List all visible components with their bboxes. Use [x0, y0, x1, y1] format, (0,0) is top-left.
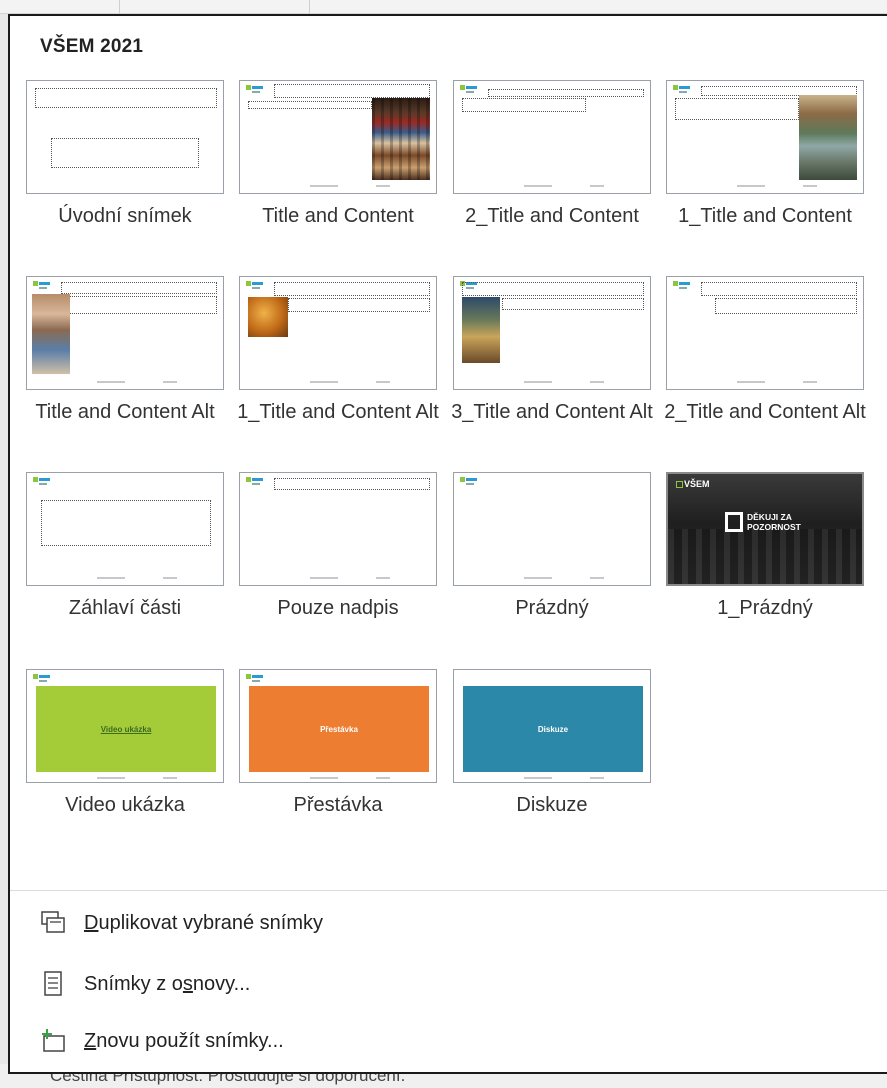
- layout-thumbnail: Diskuze: [453, 669, 651, 783]
- layout-thumbnail: [239, 276, 437, 390]
- dark-logo: VŠEM: [676, 479, 710, 489]
- menu-item-label: Znovu použít snímky...: [84, 1029, 284, 1052]
- layout-thumbnail: [26, 472, 224, 586]
- layout-label: 2_Title and Content: [465, 205, 639, 227]
- layout-label: Úvodní snímek: [58, 205, 192, 227]
- layout-thumbnail: [239, 472, 437, 586]
- layout-thumbnail: [453, 80, 651, 194]
- layout-thumbnail: [239, 80, 437, 194]
- layout-label: Pouze nadpis: [277, 597, 399, 619]
- outline-document-icon: [40, 971, 66, 997]
- child-image: [32, 294, 70, 374]
- layout-label: 2_Title and Content Alt: [664, 401, 866, 423]
- books-image: [372, 98, 430, 180]
- layout-label: Title and Content: [262, 205, 414, 227]
- thanks-block: DĚKUJI ZA POZORNOST: [725, 512, 801, 532]
- layout-thumbnail: Video ukázka: [26, 669, 224, 783]
- layout-label: 1_Title and Content Alt: [237, 401, 439, 423]
- video-box: Video ukázka: [36, 686, 216, 772]
- autumn-image: [248, 297, 288, 337]
- layout-thumbnail: [666, 80, 864, 194]
- new-slide-layout-dropdown: VŠEM 2021 Úvodní snímek Title and Conten…: [8, 14, 887, 1074]
- layout-label: 1_Prázdný: [717, 597, 813, 619]
- layout-label: Přestávka: [293, 794, 383, 816]
- layout-thumbnail: [453, 472, 651, 586]
- canal-image: [799, 95, 857, 180]
- panel-title: VŠEM 2021: [40, 36, 144, 57]
- discussion-box: Diskuze: [463, 686, 643, 772]
- layout-label: 1_Title and Content: [678, 205, 852, 227]
- layout-thumbnail: [453, 276, 651, 390]
- menu-item-label: Snímky z osnovy...: [84, 972, 251, 995]
- reuse-slides-menu-item[interactable]: Znovu použít snímky...: [40, 1021, 284, 1061]
- duplicate-slides-icon: [40, 910, 66, 936]
- book-image: [462, 297, 500, 363]
- break-box: Přestávka: [249, 686, 429, 772]
- layout-label: 3_Title and Content Alt: [451, 401, 653, 423]
- menu-item-label: Duplikovat vybrané snímky: [84, 911, 323, 934]
- layout-label: Video ukázka: [65, 794, 185, 816]
- slide-commands-menu: Duplikovat vybrané snímky Snímky z osnov…: [10, 890, 887, 1052]
- reuse-slides-icon: [40, 1028, 66, 1054]
- background-ribbon: [0, 0, 887, 14]
- layout-label: Title and Content Alt: [35, 401, 215, 423]
- layout-label: Záhlaví části: [68, 597, 182, 619]
- layout-thumbnail: VŠEM DĚKUJI ZA POZORNOST: [666, 472, 864, 586]
- layout-label: Diskuze: [516, 794, 588, 816]
- layout-thumbnail: [666, 276, 864, 390]
- layout-thumbnail: [26, 80, 224, 194]
- layout-thumbnail: [26, 276, 224, 390]
- layout-thumbnail: Přestávka: [239, 669, 437, 783]
- layout-label: Prázdný: [515, 597, 589, 619]
- slides-from-outline-menu-item[interactable]: Snímky z osnovy...: [40, 964, 250, 1004]
- duplicate-slides-menu-item[interactable]: Duplikovat vybrané snímky: [40, 903, 323, 943]
